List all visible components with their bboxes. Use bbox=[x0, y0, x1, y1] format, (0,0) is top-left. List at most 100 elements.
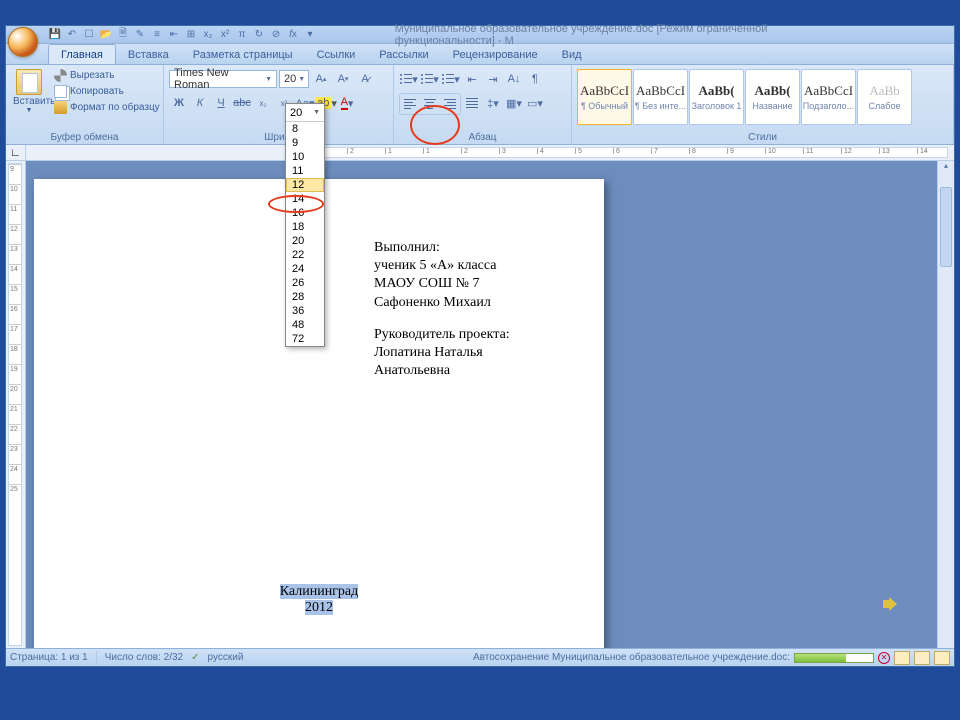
sort-button[interactable]: A↓ bbox=[504, 69, 524, 89]
align-justify-button[interactable] bbox=[462, 93, 482, 113]
font-size-combo[interactable]: 20▼ bbox=[279, 70, 309, 88]
font-size-option[interactable]: 12 bbox=[286, 178, 324, 192]
align-center-button[interactable] bbox=[420, 94, 440, 114]
font-color-button[interactable]: A▾ bbox=[337, 93, 357, 113]
format-painter-button[interactable]: Формат по образцу bbox=[52, 100, 162, 115]
clear-format-button[interactable]: A̷ bbox=[355, 69, 375, 89]
tab-view[interactable]: Вид bbox=[550, 45, 594, 64]
office-button[interactable] bbox=[8, 27, 38, 57]
window-title: Муниципальное образовательное учреждение… bbox=[395, 23, 869, 47]
qat-fx-icon[interactable]: fx bbox=[286, 28, 300, 42]
borders-button[interactable]: ▭▾ bbox=[525, 93, 545, 113]
word-window: 💾 ↶ ☐ 📂 🗎 ✎ ≡ ⇤ ⊞ x₂ x² π ↻ ⊘ fx ▾ Муниц… bbox=[5, 25, 955, 667]
style-item[interactable]: AaBb(Заголовок 1 bbox=[689, 69, 744, 125]
qat-pi-icon[interactable]: π bbox=[235, 28, 249, 42]
tab-insert[interactable]: Вставка bbox=[116, 45, 181, 64]
ruler-vertical[interactable]: 910111213141516171819202122232425 bbox=[6, 161, 26, 648]
qat-more[interactable]: ▾ bbox=[303, 28, 317, 42]
font-name-combo[interactable]: Times New Roman▼ bbox=[169, 70, 277, 88]
styles-gallery[interactable]: AaBbCcI¶ ОбычныйAaBbCcI¶ Без инте...AaBb… bbox=[577, 69, 912, 125]
font-size-option[interactable]: 10 bbox=[286, 150, 324, 164]
status-cancel-icon[interactable]: ✕ bbox=[878, 652, 890, 664]
qat-undo[interactable]: ↶ bbox=[65, 28, 79, 42]
qat-refresh-icon[interactable]: ↻ bbox=[252, 28, 266, 42]
sound-icon[interactable] bbox=[883, 595, 905, 615]
multilevel-icon bbox=[442, 74, 454, 84]
style-item[interactable]: AaBbCcI¶ Обычный bbox=[577, 69, 632, 125]
tab-review[interactable]: Рецензирование bbox=[441, 45, 550, 64]
qat-edit-icon[interactable]: ✎ bbox=[133, 28, 147, 42]
style-item[interactable]: AaBbCcI¶ Без инте... bbox=[633, 69, 688, 125]
qat-ruler-icon[interactable]: ⊞ bbox=[184, 28, 198, 42]
bullets-button[interactable]: ▾ bbox=[399, 69, 419, 89]
qat-preview[interactable]: 🗎 bbox=[116, 28, 130, 42]
font-size-option[interactable]: 36 bbox=[286, 304, 324, 318]
show-marks-button[interactable]: ¶ bbox=[525, 69, 545, 89]
qat-new[interactable]: ☐ bbox=[82, 28, 96, 42]
align-left-button[interactable] bbox=[400, 94, 420, 114]
align-right-button[interactable] bbox=[440, 94, 460, 114]
font-size-option[interactable]: 18 bbox=[286, 220, 324, 234]
qat-indent-icon[interactable]: ≡ bbox=[150, 28, 164, 42]
paste-button[interactable]: Вставить ▼ bbox=[9, 67, 49, 116]
scroll-thumb[interactable] bbox=[940, 187, 952, 267]
qat-sub-icon[interactable]: x₂ bbox=[201, 28, 215, 42]
style-item[interactable]: AaBb(Название bbox=[745, 69, 800, 125]
status-lang[interactable]: русский bbox=[208, 652, 244, 663]
font-size-option[interactable]: 16 bbox=[286, 206, 324, 220]
numbering-button[interactable]: ▾ bbox=[420, 69, 440, 89]
style-item[interactable]: AaBbСлабое bbox=[857, 69, 912, 125]
qat-outdent-icon[interactable]: ⇤ bbox=[167, 28, 181, 42]
font-size-option[interactable]: 20 bbox=[286, 234, 324, 248]
line-spacing-button[interactable]: ‡▾ bbox=[483, 93, 503, 113]
qat-sup-icon[interactable]: x² bbox=[218, 28, 232, 42]
view-full-reading[interactable] bbox=[914, 651, 930, 665]
indent-dec-button[interactable]: ⇤ bbox=[462, 69, 482, 89]
qat-save[interactable]: 💾 bbox=[48, 28, 62, 42]
multilevel-button[interactable]: ▾ bbox=[441, 69, 461, 89]
doc-author-block: Выполнил: ученик 5 «А» класса МАОУ СОШ №… bbox=[374, 239, 510, 380]
font-size-option[interactable]: 24 bbox=[286, 262, 324, 276]
copy-label: Копировать bbox=[70, 86, 124, 97]
subscript-button[interactable]: x₂ bbox=[253, 93, 273, 113]
bold-button[interactable]: Ж bbox=[169, 93, 189, 113]
cut-button[interactable]: Вырезать bbox=[52, 68, 162, 83]
tab-layout[interactable]: Разметка страницы bbox=[181, 45, 305, 64]
indent-inc-button[interactable]: ⇥ bbox=[483, 69, 503, 89]
italic-button[interactable]: К bbox=[190, 93, 210, 113]
scrollbar-vertical[interactable]: ▴ bbox=[937, 161, 954, 648]
font-size-option[interactable]: 14 bbox=[286, 192, 324, 206]
copy-button[interactable]: Копировать bbox=[52, 84, 162, 99]
font-size-option[interactable]: 26 bbox=[286, 276, 324, 290]
doc-city[interactable]: Калининград bbox=[280, 584, 359, 599]
font-size-option[interactable]: 8 bbox=[286, 122, 324, 136]
status-spellcheck-icon[interactable]: ✓ bbox=[191, 652, 199, 663]
shrink-font-button[interactable]: A▾ bbox=[333, 69, 353, 89]
style-item[interactable]: AaBbCcIПодзаголо... bbox=[801, 69, 856, 125]
font-size-option[interactable]: 48 bbox=[286, 318, 324, 332]
font-size-option[interactable]: 72 bbox=[286, 332, 324, 346]
font-size-option[interactable]: 28 bbox=[286, 290, 324, 304]
font-size-option[interactable]: 22 bbox=[286, 248, 324, 262]
font-size-input[interactable]: 20▼ bbox=[286, 104, 324, 122]
ruler-h-scale[interactable]: 1211234567891011121314151617 bbox=[288, 147, 948, 158]
shading-button[interactable]: ▦▾ bbox=[504, 93, 524, 113]
strike-button[interactable]: abc bbox=[232, 93, 252, 113]
underline-button[interactable]: Ч bbox=[211, 93, 231, 113]
view-print-layout[interactable] bbox=[894, 651, 910, 665]
qat-cancel-icon[interactable]: ⊘ bbox=[269, 28, 283, 42]
document-canvas[interactable]: Выполнил: ученик 5 «А» класса МАОУ СОШ №… bbox=[26, 161, 937, 648]
tab-mail[interactable]: Рассылки bbox=[367, 45, 440, 64]
qat-open[interactable]: 📂 bbox=[99, 28, 113, 42]
status-page[interactable]: Страница: 1 из 1 bbox=[10, 652, 88, 663]
status-words[interactable]: Число слов: 2/32 bbox=[105, 652, 183, 663]
font-size-option[interactable]: 9 bbox=[286, 136, 324, 150]
ruler-tab-selector[interactable]: ∟ bbox=[6, 145, 26, 160]
align-left-icon bbox=[404, 99, 416, 109]
tab-home[interactable]: Главная bbox=[48, 44, 116, 64]
tab-refs[interactable]: Ссылки bbox=[305, 45, 368, 64]
doc-year[interactable]: 2012 bbox=[305, 600, 333, 615]
view-web[interactable] bbox=[934, 651, 950, 665]
grow-font-button[interactable]: A▴ bbox=[311, 69, 331, 89]
font-size-option[interactable]: 11 bbox=[286, 164, 324, 178]
